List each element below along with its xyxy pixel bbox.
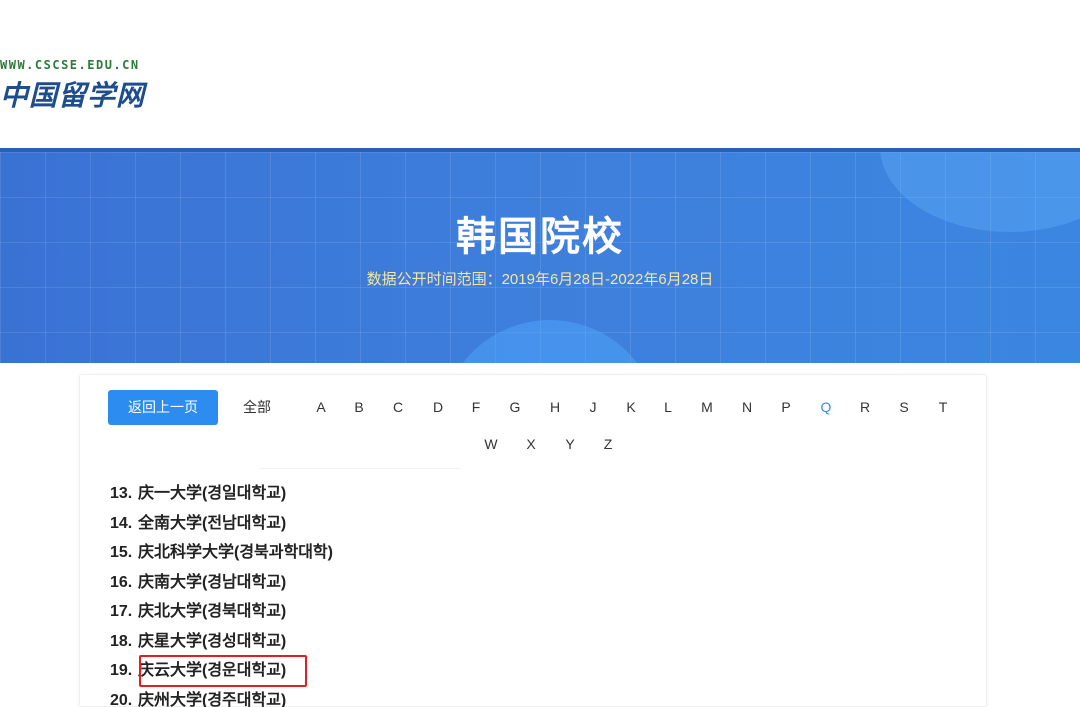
filter-letter-c[interactable]: C [383,390,413,425]
filter-all[interactable]: 全部 [232,390,282,425]
school-item[interactable]: 16. 庆南大学(경남대학교) [110,568,333,598]
school-name: 庆北大学(경북대학교) [138,603,287,620]
filter-letter-k[interactable]: K [616,390,646,425]
filter-letter-p[interactable]: P [771,390,801,425]
filter-letter-n[interactable]: N [732,390,762,425]
school-item[interactable]: 17. 庆北大学(경북대학교) [110,597,333,627]
school-name: 庆云大学(경운대학교) [138,662,287,679]
school-item[interactable]: 14. 全南大学(전남대학교) [110,509,333,539]
school-name: 庆北科学大学(경북과학대학) [138,544,333,561]
filter-letter-y[interactable]: Y [555,427,585,462]
school-name: 庆南大学(경남대학교) [138,573,287,591]
school-number: 14. [110,514,133,532]
letter-filter-bar: 全部 ABCDFGHJKLMNPQRSTWXYZ [80,390,988,452]
school-number: 13. [110,485,133,502]
school-number: 15. [110,544,133,561]
school-name: 庆星大学(경성대학교) [138,632,287,650]
school-number: 20. [110,691,133,707]
school-list: 13. 庆一大学(경일대학교) 14. 全南大学(전남대학교) 15. 庆北科学大学(경북… [110,479,333,707]
filter-letter-h[interactable]: H [540,390,570,425]
logo-url: WWW.CSCSE.EDU.CN [0,58,140,72]
filter-letter-f[interactable]: F [461,390,491,425]
school-name: 庆州大学(경주대학교) [138,691,287,707]
school-name: 庆一大学(경일대학교) [138,485,287,502]
school-number: 18. [110,632,133,650]
school-item[interactable]: 15. 庆北科学大学(경북과학대학) [110,538,333,568]
filter-letter-a[interactable]: A [306,390,336,425]
filter-letter-j[interactable]: J [578,390,608,425]
school-list-card: 返回上一页 全部 ABCDFGHJKLMNPQRSTWXYZ 13. 庆一大学(경… [79,374,987,707]
logo-name: 中国留学网 [0,79,146,112]
school-item[interactable]: 20. 庆州大学(경주대학교) [110,686,333,707]
hero-banner: 韩国院校 数据公开时间范围：2019年6月28日-2022年6月28日 [0,148,1080,363]
filter-letter-l[interactable]: L [653,390,683,425]
filter-letter-m[interactable]: M [692,390,722,425]
page-title: 韩国院校 [456,215,624,259]
filter-letter-b[interactable]: B [344,390,374,425]
school-item[interactable]: 13. 庆一大学(경일대학교) [110,479,333,509]
filter-letter-z[interactable]: Z [593,427,623,462]
divider [260,468,460,469]
site-header: WWW.CSCSE.EDU.CN 中国留学网 [0,0,1080,148]
filter-letter-d[interactable]: D [423,390,453,425]
school-number: 16. [110,573,133,591]
filter-letter-q[interactable]: Q [811,390,841,425]
filter-letter-x[interactable]: X [516,427,546,462]
filter-letter-s[interactable]: S [889,390,919,425]
school-name: 全南大学(전남대학교) [138,514,287,532]
filter-letter-g[interactable]: G [500,390,530,425]
school-number: 19. [110,662,133,679]
school-item[interactable]: 18. 庆星大学(경성대학교) [110,627,333,657]
filter-letter-t[interactable]: T [928,390,958,425]
site-logo[interactable]: WWW.CSCSE.EDU.CN 中国留学网 [0,58,145,114]
data-date-range: 数据公开时间范围：2019年6月28日-2022年6月28日 [366,271,714,288]
filter-letter-w[interactable]: W [476,427,506,462]
school-item[interactable]: 19. 庆云大学(경운대학교) [110,656,333,686]
filter-letter-r[interactable]: R [850,390,880,425]
school-number: 17. [110,603,133,620]
